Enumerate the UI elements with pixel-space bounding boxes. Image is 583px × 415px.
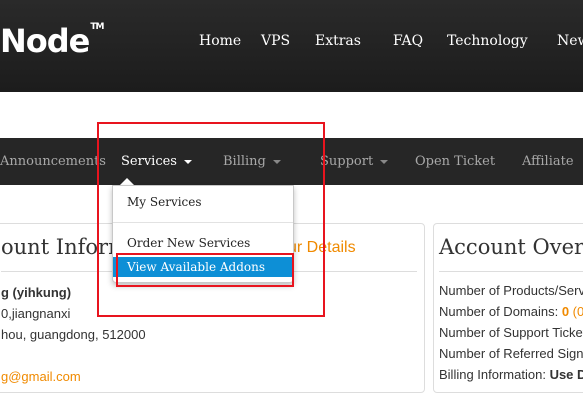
client-menubar: Announcements Services Billing Support O…: [0, 138, 583, 185]
menu-open-ticket-label: Open Ticket: [415, 154, 496, 169]
menu-affiliate[interactable]: Affiliate: [522, 154, 574, 169]
products-count-label: Number of Products/Serv: [439, 283, 583, 298]
nav-faq[interactable]: FAQ: [393, 33, 423, 49]
account-overview-title: Account Overv: [439, 235, 583, 259]
account-address-line2: hou, guangdong, 512000: [1, 327, 146, 342]
dropdown-item-view-addons[interactable]: View Available Addons: [113, 257, 293, 277]
billing-info-label: Billing Information:: [439, 367, 550, 382]
nav-technology[interactable]: Technology: [447, 33, 528, 49]
chevron-down-icon: [380, 159, 389, 164]
menu-support-label: Support: [320, 154, 374, 169]
menu-support[interactable]: Support: [320, 154, 389, 169]
domains-count-value: 0: [561, 304, 570, 319]
account-name: g (yihkung): [1, 285, 72, 300]
tickets-count-label: Number of Support Ticket: [439, 325, 583, 340]
nav-vps[interactable]: VPS: [261, 33, 290, 49]
account-overview-panel: Account Overv Number of Products/Serv Nu…: [433, 223, 583, 393]
menu-services-label: Services: [121, 154, 177, 169]
account-info-title: ount Inform: [1, 235, 128, 259]
domains-count-row: Number of Domains: 0 (0: [439, 304, 583, 319]
services-dropdown: My Services Order New Services View Avai…: [112, 185, 294, 283]
dropdown-pointer: [120, 178, 134, 185]
chevron-down-icon: [183, 159, 192, 164]
account-address-line1: 0,jiangnanxi: [1, 306, 71, 321]
menu-billing[interactable]: Billing: [223, 154, 281, 169]
domains-count-suffix: (0: [569, 304, 583, 319]
account-email-link[interactable]: g@gmail.com: [1, 369, 81, 384]
menu-announcements[interactable]: Announcements: [0, 154, 106, 169]
chevron-down-icon: [272, 159, 281, 164]
update-details-link[interactable]: ur Details: [288, 239, 356, 257]
logo-text: Node: [0, 22, 90, 60]
panel-divider: [439, 271, 583, 272]
domains-count-label: Number of Domains:: [439, 304, 562, 319]
nav-new[interactable]: New: [557, 33, 583, 49]
referred-count-label: Number of Referred Signu: [439, 346, 583, 361]
nav-home[interactable]: Home: [199, 33, 241, 49]
menu-affiliate-label: Affiliate: [522, 154, 574, 169]
menu-announcements-label: Announcements: [0, 154, 106, 169]
billing-info-value: Use D: [549, 367, 583, 382]
menu-services[interactable]: Services: [121, 154, 192, 169]
menu-open-ticket[interactable]: Open Ticket: [415, 154, 495, 169]
logo-trademark: TM: [90, 22, 104, 32]
nav-extras[interactable]: Extras: [315, 33, 361, 49]
billing-info-row: Billing Information: Use D: [439, 367, 583, 382]
site-logo[interactable]: NodeTM: [0, 22, 104, 62]
site-header: NodeTM Home VPS Extras FAQ Technology Ne…: [0, 0, 583, 92]
menu-billing-label: Billing: [223, 154, 266, 169]
dropdown-divider: [113, 222, 293, 223]
dropdown-item-my-services[interactable]: My Services: [113, 192, 293, 212]
dropdown-item-order-new-services[interactable]: Order New Services: [113, 233, 293, 253]
